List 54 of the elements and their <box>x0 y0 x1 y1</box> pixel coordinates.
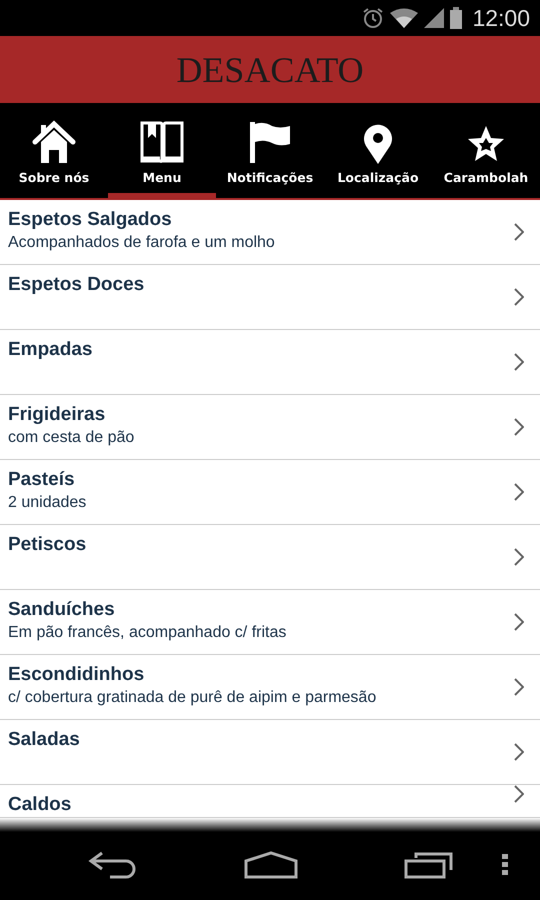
item-title: Sanduíches <box>8 599 116 621</box>
book-icon <box>140 120 184 164</box>
chevron-icon <box>514 678 524 696</box>
alarm-icon <box>362 7 384 29</box>
chevron-icon <box>514 483 524 501</box>
item-description: c/ cobertura gratinada de purê de aipim e parmesão <box>8 689 378 707</box>
menu-row[interactable]: Escondidinhos c/ cobertura gratinada de purê de aipim e parmesão <box>0 655 540 720</box>
chevron-icon <box>514 548 524 566</box>
item-description: Em pão francês, acompanhado c/ fritas <box>8 624 288 642</box>
chevron-icon <box>514 613 524 631</box>
star-icon <box>466 124 506 164</box>
clock-time: 12:00 <box>472 4 530 32</box>
home-icon[interactable] <box>244 851 298 879</box>
item-description: com cesta de pão <box>8 429 136 447</box>
tab[interactable]: Sobre nós <box>0 103 108 198</box>
menu-row[interactable]: Saladas <box>0 720 540 785</box>
chevron-icon <box>514 223 524 241</box>
item-title: Pasteís <box>8 469 76 491</box>
recent-apps-icon[interactable] <box>404 851 454 879</box>
flag-icon <box>248 120 292 164</box>
item-description: 2 unidades <box>8 494 88 512</box>
chevron-icon <box>514 353 524 371</box>
house-icon <box>32 120 76 164</box>
item-title: Petiscos <box>8 534 88 556</box>
menu-row[interactable]: Petiscos <box>0 525 540 590</box>
item-title: Frigideiras <box>8 404 106 426</box>
chevron-icon <box>514 785 524 803</box>
menu-row[interactable]: Sanduíches Em pão francês, acompanhado c/ fritas <box>0 590 540 655</box>
signal-icon <box>424 8 444 28</box>
battery-icon <box>450 7 462 29</box>
location-pin-icon <box>363 124 393 164</box>
item-title: Saladas <box>8 729 81 751</box>
chevron-icon <box>514 418 524 436</box>
chevron-icon <box>514 288 524 306</box>
item-title: Espetos Salgados <box>8 209 173 231</box>
item-title: Caldos <box>8 794 72 816</box>
app-title: DESACATO <box>176 48 364 90</box>
menu-row[interactable]: Frigideiras com cesta de pão <box>0 395 540 460</box>
item-description: Acompanhados de farofa e um molho <box>8 234 276 252</box>
tab[interactable]: Notificações <box>216 103 324 198</box>
menu-row[interactable]: Espetos Salgados Acompanhados de farofa e um molho <box>0 200 540 265</box>
item-title: Escondidinhos <box>8 664 146 686</box>
tab[interactable]: Menu <box>108 103 216 198</box>
menu-row[interactable]: Pasteís 2 unidades <box>0 460 540 525</box>
menu-row[interactable]: Espetos Doces <box>0 265 540 330</box>
tab[interactable]: Localização <box>324 103 432 198</box>
item-title: Empadas <box>8 339 94 361</box>
back-icon[interactable] <box>88 851 136 879</box>
tab[interactable]: Carambolah <box>432 103 540 198</box>
item-title: Espetos Doces <box>8 274 146 296</box>
menu-row[interactable]: Empadas <box>0 330 540 395</box>
chevron-icon <box>514 743 524 761</box>
overflow-menu-icon[interactable] <box>502 854 508 876</box>
wifi-icon <box>390 8 418 28</box>
